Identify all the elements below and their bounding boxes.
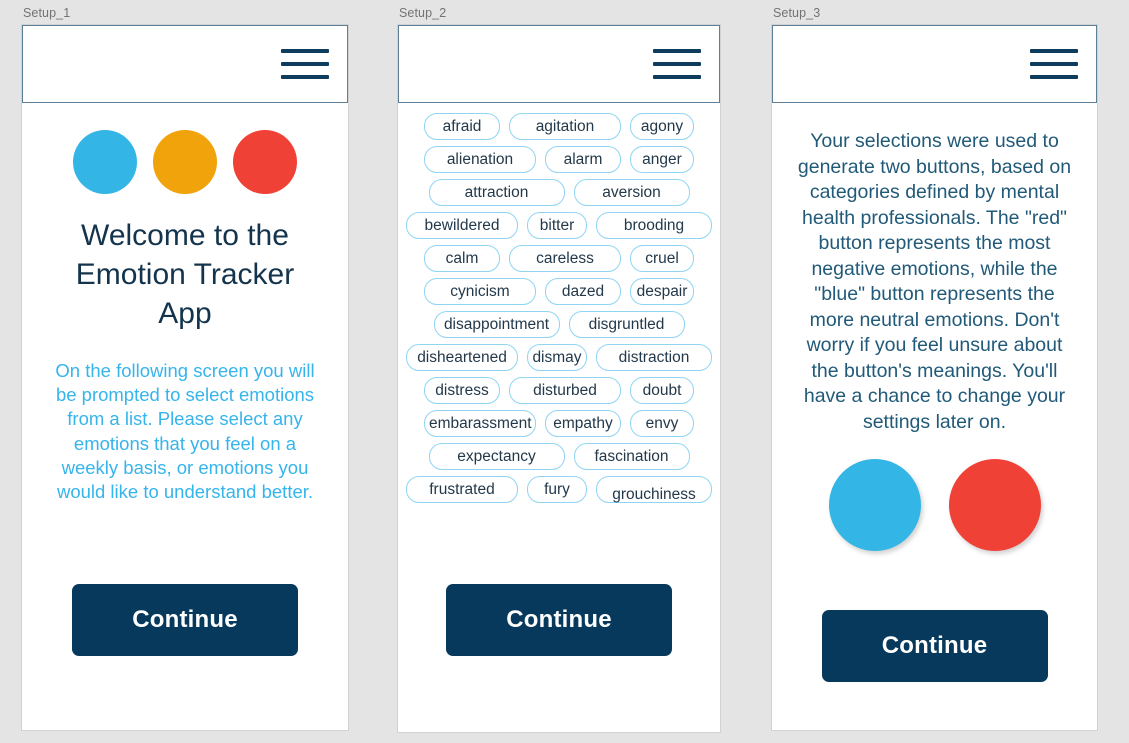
emotion-pill[interactable]: despair [630, 278, 694, 305]
emotion-pill[interactable]: envy [630, 410, 694, 437]
continue-button[interactable]: Continue [446, 584, 672, 656]
emotion-pill[interactable]: cruel [630, 245, 694, 272]
welcome-subtext: On the following screen you will be prom… [55, 360, 315, 503]
emotion-pill[interactable]: aversion [573, 179, 690, 206]
emotion-pill[interactable]: fascination [573, 443, 690, 470]
emotion-pill[interactable]: disgruntled [568, 311, 685, 338]
app-bar [398, 25, 720, 103]
emotion-pill[interactable]: frustrated [406, 476, 518, 503]
blue-dot-icon [73, 130, 137, 194]
emotion-pill[interactable]: disturbed [509, 377, 621, 404]
phone-screen-setup-3: Your selections were used to generate tw… [772, 25, 1097, 730]
phone-screen-setup-1: Welcome to the Emotion Tracker App On th… [22, 25, 348, 730]
frame-setup-3: Setup_3 Your selections were used to gen… [772, 4, 1097, 730]
continue-button[interactable]: Continue [821, 610, 1048, 682]
emotion-pill[interactable]: cynicism [424, 278, 536, 305]
emotion-buttons-row [772, 459, 1097, 551]
emotion-pill[interactable]: distress [424, 377, 500, 404]
emotion-pill-row: disheartened dismay distraction [398, 344, 720, 371]
emotion-pill[interactable]: calm [424, 245, 500, 272]
emotion-pill[interactable]: agitation [509, 113, 621, 140]
frame-setup-1: Setup_1 Welcome to the Emotion Tracker A… [22, 4, 348, 730]
emotion-pill[interactable]: afraid [424, 113, 500, 140]
continue-button[interactable]: Continue [72, 584, 298, 656]
emotion-pill[interactable]: doubt [630, 377, 694, 404]
frame-setup-2: Setup_2 afraid agitation agony alienation al… [398, 4, 720, 732]
orange-dot-icon [153, 130, 217, 194]
emotion-pill-row: cynicism dazed despair [398, 278, 720, 305]
emotion-pill-row: expectancy fascination [398, 443, 720, 470]
emotion-pill-row: frustrated fury grouchiness [398, 476, 720, 503]
emotion-pill[interactable]: grouchiness [596, 476, 712, 503]
red-dot-icon [233, 130, 297, 194]
continue-button-container: Continue [398, 584, 720, 656]
emotion-pill[interactable]: dismay [527, 344, 587, 371]
emotion-pill[interactable]: disappointment [433, 311, 560, 338]
emotion-pill[interactable]: dazed [545, 278, 621, 305]
emotion-pill[interactable]: brooding [596, 212, 712, 239]
continue-button-container: Continue [772, 610, 1097, 682]
emotion-pill[interactable]: careless [509, 245, 621, 272]
emotion-pill[interactable]: anger [630, 146, 694, 173]
emotion-pill[interactable]: attraction [428, 179, 565, 206]
screen-body-setup-1: Welcome to the Emotion Tracker App On th… [22, 103, 348, 730]
emotion-pill-row: attraction aversion [398, 179, 720, 206]
hamburger-menu-icon[interactable] [1030, 49, 1078, 79]
emotion-pill[interactable]: fury [527, 476, 587, 503]
frame-label-setup-1: Setup_1 [23, 6, 71, 20]
emotion-pill-row: distress disturbed doubt [398, 377, 720, 404]
continue-button-container: Continue [22, 584, 348, 656]
welcome-headline: Welcome to the Emotion Tracker App [75, 219, 295, 330]
emotion-pill[interactable]: agony [630, 113, 694, 140]
app-bar [22, 25, 348, 103]
emotion-pill-row: alienation alarm anger [398, 146, 720, 173]
screen-body-setup-2: afraid agitation agony alienation alarm anger… [398, 103, 720, 732]
emotion-pill-row: bewildered bitter brooding [398, 212, 720, 239]
emotion-pill-row: embarassment empathy envy [398, 410, 720, 437]
emotion-pill[interactable]: alarm [545, 146, 621, 173]
screen-body-setup-3: Your selections were used to generate tw… [772, 129, 1097, 730]
frame-label-setup-2: Setup_2 [399, 6, 447, 20]
hamburger-menu-icon[interactable] [653, 49, 701, 79]
app-bar [772, 25, 1097, 103]
brand-dots-row [22, 103, 348, 194]
emotion-pill[interactable]: bewildered [406, 212, 518, 239]
red-emotion-button[interactable] [948, 459, 1041, 551]
emotion-pill[interactable]: empathy [545, 410, 621, 437]
emotion-pill[interactable]: disheartened [406, 344, 518, 371]
emotion-pill[interactable]: distraction [596, 344, 712, 371]
hamburger-menu-icon[interactable] [281, 49, 329, 79]
emotion-pill-list: afraid agitation agony alienation alarm anger… [398, 103, 720, 503]
blue-emotion-button[interactable] [828, 459, 921, 551]
emotion-pill[interactable]: expectancy [428, 443, 565, 470]
emotion-pill-row: calm careless cruel [398, 245, 720, 272]
phone-screen-setup-2: afraid agitation agony alienation alarm anger… [398, 25, 720, 732]
emotion-pill[interactable]: embarassment [424, 410, 536, 437]
frame-label-setup-3: Setup_3 [773, 6, 821, 20]
emotion-pill-row: disappointment disgruntled [398, 311, 720, 338]
emotion-pill[interactable]: alienation [424, 146, 536, 173]
emotion-pill-row: afraid agitation agony [398, 113, 720, 140]
emotion-pill[interactable]: bitter [527, 212, 587, 239]
explanation-text: Your selections were used to generate tw… [797, 130, 1072, 433]
